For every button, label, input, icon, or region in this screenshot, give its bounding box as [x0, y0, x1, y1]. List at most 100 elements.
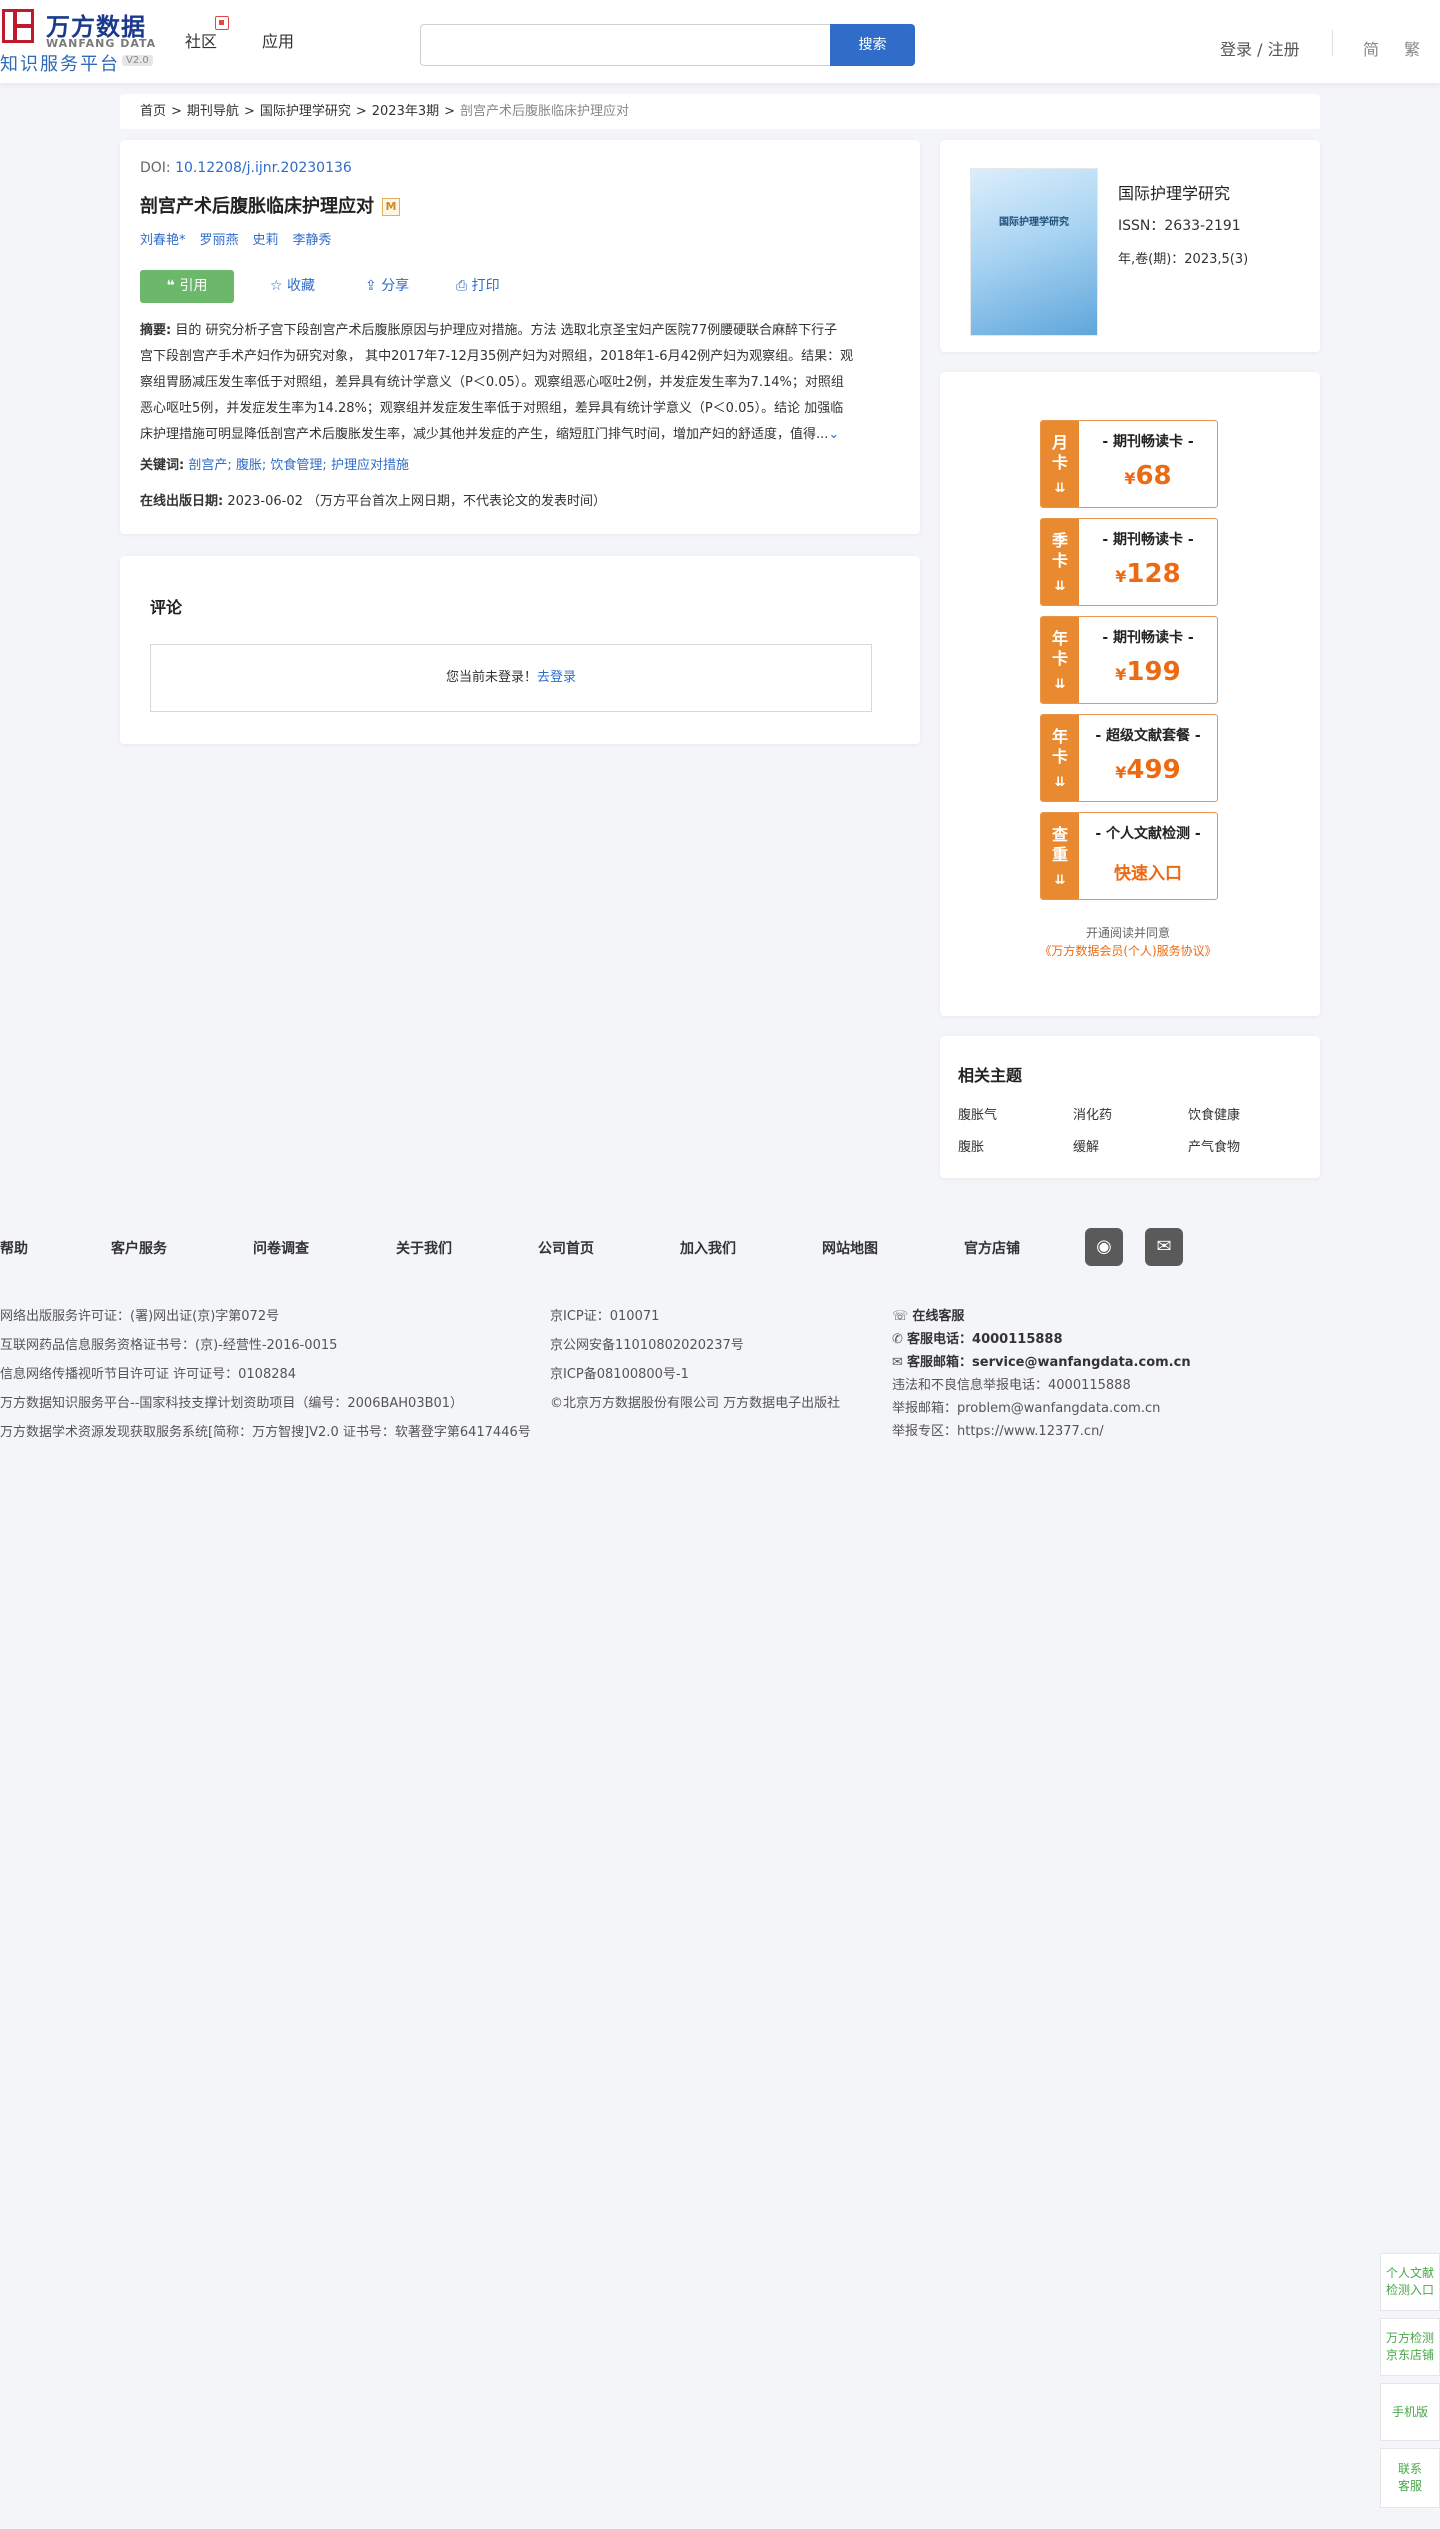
card-name: - 个人文献检测 - — [1095, 826, 1201, 842]
report-zone[interactable]: 举报专区：https://www.12377.cn/ — [892, 1420, 1104, 1439]
related-topic[interactable]: 缓解 — [1073, 1136, 1099, 1155]
cite-label: 引用 — [179, 278, 208, 294]
float-mobile[interactable]: 手机版 — [1380, 2383, 1440, 2441]
search-input[interactable] — [420, 24, 830, 66]
agreement-link[interactable]: 《万方数据会员(个人)服务协议》 — [940, 942, 1316, 959]
doi-label: DOI: — [140, 160, 171, 176]
card-name: - 期刊畅读卡 - — [1102, 630, 1194, 646]
journal-issn: ISSN：2633-2191 — [1118, 218, 1241, 234]
purchase-panel: 月卡 ⇊ - 期刊畅读卡 - ¥68 季卡 ⇊ - 期刊畅读卡 - ¥128 年卡 ⇊… — [940, 372, 1320, 1016]
phone-value: 4000115888 — [972, 1332, 1063, 1347]
footer-link[interactable]: 问卷调查 — [253, 1238, 309, 1258]
report-phone: 违法和不良信息举报电话：4000115888 — [892, 1378, 1131, 1393]
footer: 帮助 客户服务 问卷调查 关于我们 公司首页 加入我们 网站地图 官方店铺 ◉ … — [0, 1200, 1440, 1458]
nav-apps[interactable]: 应用 — [262, 28, 294, 52]
abstract-label: 摘要: — [140, 323, 172, 338]
author-link[interactable]: 史莉 — [253, 233, 279, 248]
footer-link[interactable]: 网站地图 — [822, 1238, 878, 1258]
abstract-line: 床护理措施可明显降低剖宫产术后腹胀发生率，减少其他并发症的产生，缩短肛门排气时间… — [140, 422, 900, 446]
related-topic[interactable]: 腹胀 — [958, 1136, 984, 1155]
journal-cover[interactable]: 国际护理学研究 — [970, 168, 1098, 336]
go-login-link[interactable]: 去登录 — [537, 670, 576, 685]
copyright-line: ©北京万方数据股份有限公司 万方数据电子出版社 — [550, 1396, 841, 1411]
expand-chevron-icon[interactable]: ⌄ — [828, 427, 839, 442]
keyword-link[interactable]: 护理应对措施 — [331, 458, 409, 473]
breadcrumb-sep: > — [355, 104, 367, 119]
wechat-icon[interactable]: ✉ — [1145, 1228, 1183, 1266]
footer-link[interactable]: 加入我们 — [680, 1238, 736, 1258]
keyword-link[interactable]: 剖宫产; — [188, 458, 231, 473]
logo[interactable]: 万方数据 WANFANG DATA 知识服务平台 V2.0 — [0, 7, 160, 75]
author-link[interactable]: 罗丽燕 — [200, 233, 239, 248]
weibo-icon[interactable]: ◉ — [1085, 1228, 1123, 1266]
not-login-text: 您当前未登录！ — [445, 670, 537, 685]
footer-link[interactable]: 关于我们 — [396, 1238, 452, 1258]
float-contact-service[interactable]: 联系 客服 — [1380, 2448, 1440, 2508]
float-text: 个人文献 — [1385, 2266, 1434, 2280]
float-personal-check[interactable]: 个人文献 检测入口 — [1380, 2253, 1440, 2311]
pubdate-label: 在线出版日期: — [140, 494, 224, 509]
related-title: 相关主题 — [958, 1066, 1023, 1085]
author-link[interactable]: 李静秀 — [293, 233, 332, 248]
pubdate-note: （万方平台首次上网日期，不代表论文的发表时间） — [307, 494, 607, 509]
lang-simplified[interactable]: 简 — [1363, 36, 1379, 60]
keyword-link[interactable]: 饮食管理; — [270, 458, 326, 473]
card-super-package[interactable]: 年卡 ⇊ - 超级文献套餐 - ¥499 — [1040, 714, 1218, 802]
breadcrumb-journal[interactable]: 国际护理学研究 — [260, 104, 351, 119]
related-topic[interactable]: 消化药 — [1073, 1104, 1112, 1123]
collect-label: 收藏 — [287, 278, 316, 294]
abstract-text: 床护理措施可明显降低剖宫产术后腹胀发生率，减少其他并发症的产生，缩短肛门排气时间… — [140, 427, 829, 442]
float-jd-store[interactable]: 万方检测 京东店铺 — [1380, 2318, 1440, 2376]
card-monthly[interactable]: 月卡 ⇊ - 期刊畅读卡 - ¥68 — [1040, 420, 1218, 508]
logo-subtitle: 知识服务平台 — [0, 54, 120, 75]
doi-link[interactable]: 10.12208/j.ijnr.20230136 — [175, 160, 352, 176]
top-header: 万方数据 WANFANG DATA 知识服务平台 V2.0 社区 应用 搜索 登… — [0, 0, 1440, 83]
login-register-link[interactable]: 登录 / 注册 — [1220, 36, 1300, 60]
tag-char: 季 — [1051, 531, 1068, 550]
agreement-text: 开通阅读并同意 — [1085, 926, 1170, 940]
card-price: ¥199 — [1079, 657, 1217, 687]
doi-line: DOI: 10.12208/j.ijnr.20230136 — [140, 160, 352, 176]
journal-name[interactable]: 国际护理学研究 — [1118, 180, 1230, 204]
license-line: 万方数据学术资源发现获取服务系统[简称：万方智搜]V2.0 证书号：软著登字第6… — [0, 1425, 531, 1440]
footer-link[interactable]: 帮助 — [0, 1238, 28, 1258]
card-quarterly[interactable]: 季卡 ⇊ - 期刊畅读卡 - ¥128 — [1040, 518, 1218, 606]
breadcrumb: 首页 > 期刊导航 > 国际护理学研究 >2023年3期 > 剖宫产术后腹胀临床护理应对 — [120, 94, 1320, 129]
license-line: 信息网络传播视听节目许可证 许可证号：0108284 — [0, 1367, 297, 1382]
breadcrumb-home[interactable]: 首页 — [140, 104, 166, 119]
breadcrumb-journals[interactable]: 期刊导航 — [187, 104, 239, 119]
card-plagiarism-check[interactable]: 查重 ⇊ - 个人文献检测 - 快速入口 — [1040, 812, 1218, 900]
icp-line: 京ICP备08100800号-1 — [550, 1367, 689, 1382]
related-topic[interactable]: 饮食健康 — [1188, 1104, 1240, 1123]
version-badge: V2.0 — [122, 55, 153, 66]
comment-panel: 评论 您当前未登录！去登录 — [120, 556, 920, 744]
collect-button[interactable]: ☆ 收藏 — [270, 270, 315, 303]
footer-link[interactable]: 客户服务 — [111, 1238, 167, 1258]
quick-entry-link[interactable]: 快速入口 — [1079, 859, 1217, 884]
share-button[interactable]: ⇪ 分享 — [365, 270, 409, 303]
keyword-link[interactable]: 腹胀; — [236, 458, 266, 473]
related-topic[interactable]: 产气食物 — [1188, 1136, 1240, 1155]
card-yearly[interactable]: 年卡 ⇊ - 期刊畅读卡 - ¥199 — [1040, 616, 1218, 704]
related-topic[interactable]: 腹胀气 — [958, 1104, 997, 1123]
currency: ¥ — [1124, 469, 1136, 488]
online-service[interactable]: ☏ 在线客服 — [892, 1305, 964, 1324]
cite-button[interactable]: ❝ 引用 — [140, 270, 234, 303]
logo-english: WANFANG DATA — [46, 37, 157, 50]
author-link[interactable]: 刘春艳* — [140, 233, 186, 248]
phone-icon: ✆ — [892, 1332, 908, 1347]
nav-community[interactable]: 社区 — [185, 28, 217, 52]
breadcrumb-issue[interactable]: 2023年3期 — [372, 104, 439, 119]
search-button[interactable]: 搜索 — [830, 24, 915, 66]
float-text: 京东店铺 — [1385, 2348, 1434, 2362]
footer-link[interactable]: 官方店铺 — [964, 1238, 1020, 1258]
card-name: - 期刊畅读卡 - — [1102, 434, 1194, 450]
print-button[interactable]: ⎙ 打印 — [456, 270, 500, 303]
card-tag: 月卡 ⇊ — [1041, 421, 1079, 507]
card-price: ¥499 — [1079, 755, 1217, 785]
footer-link[interactable]: 公司首页 — [538, 1238, 594, 1258]
logo-mark-icon — [2, 9, 34, 43]
lang-traditional[interactable]: 繁 — [1404, 36, 1420, 60]
float-text: 检测入口 — [1385, 2283, 1434, 2297]
publish-date: 在线出版日期: 2023-06-02 （万方平台首次上网日期，不代表论文的发表时… — [140, 490, 606, 509]
